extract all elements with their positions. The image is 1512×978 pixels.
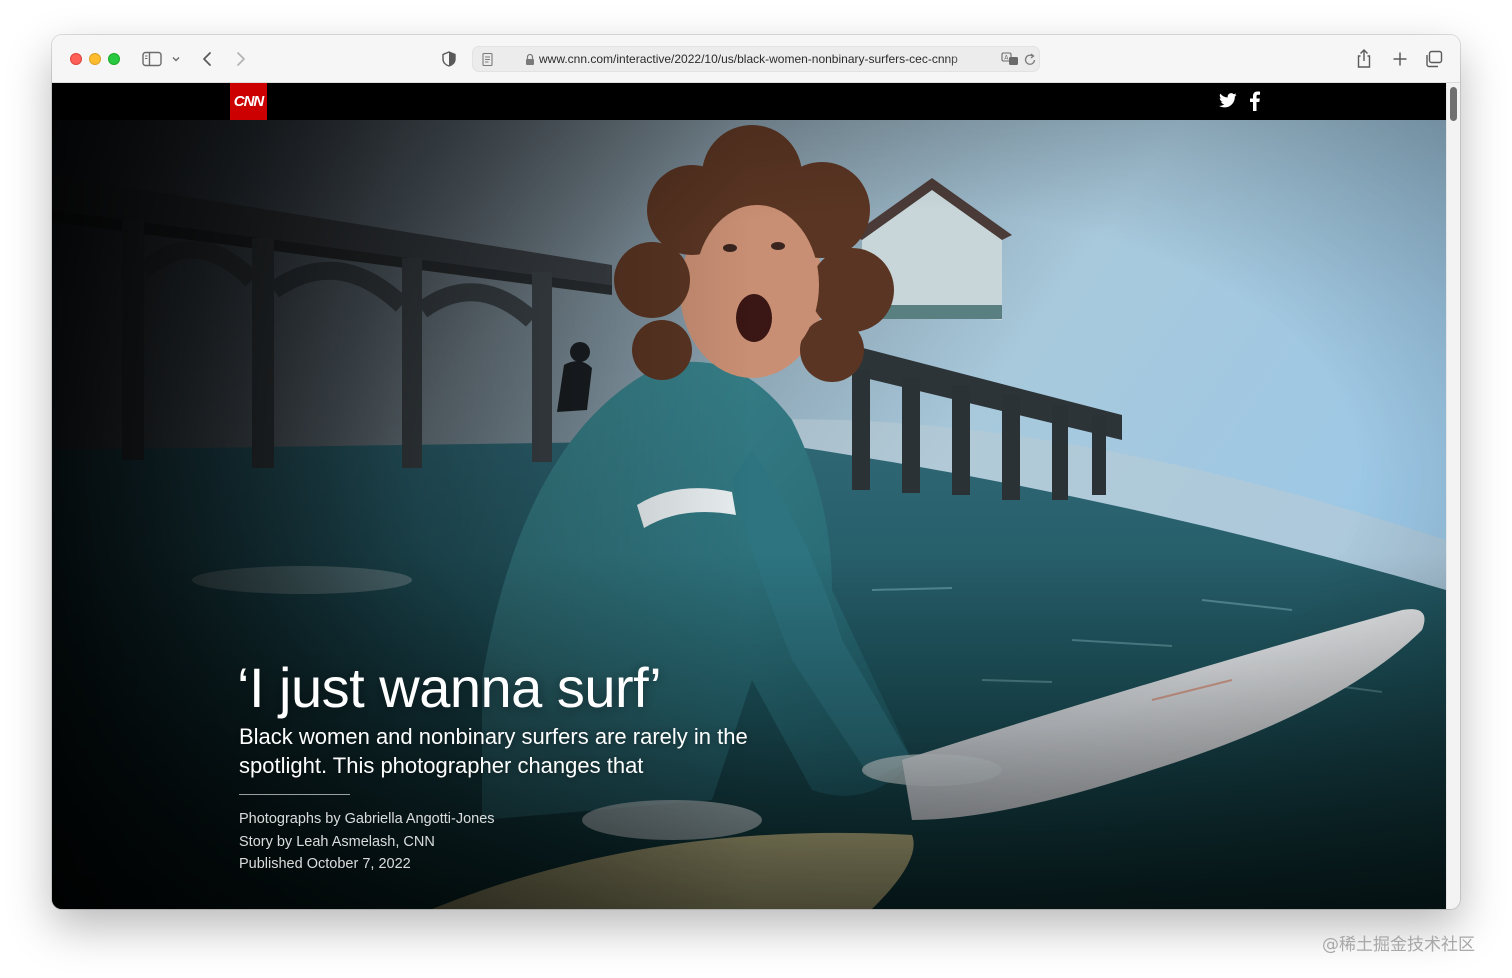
twitter-icon[interactable] — [1219, 93, 1237, 108]
article-subhead: Black women and nonbinary surfers are ra… — [239, 724, 748, 778]
web-page: CNN ‘I just wanna surf’ Black women and … — [52, 83, 1446, 909]
story-credit: Story by Leah Asmelash, CNN — [239, 833, 435, 850]
photo-credit: Photographs by Gabriella Angotti-Jones — [239, 811, 495, 827]
url-text[interactable]: www.cnn.com/interactive/2022/10/us/black… — [539, 52, 991, 68]
scrollbar[interactable] — [1446, 83, 1460, 909]
chevron-down-icon[interactable] — [170, 52, 182, 66]
zoom-window-button[interactable] — [108, 53, 120, 65]
back-icon[interactable] — [200, 49, 216, 69]
tab-overview-icon[interactable] — [1424, 49, 1444, 69]
article-credits: Photographs by Gabriella Angotti-Jones S… — [239, 808, 599, 876]
forward-icon[interactable] — [232, 49, 248, 69]
new-tab-icon[interactable] — [1390, 49, 1410, 69]
scrollbar-thumb[interactable] — [1450, 87, 1457, 121]
shield-icon[interactable] — [440, 50, 458, 68]
publish-date: Published October 7, 2022 — [239, 856, 411, 872]
share-icon[interactable] — [1354, 48, 1374, 70]
sidebar-icon[interactable] — [142, 51, 162, 67]
close-window-button[interactable] — [70, 53, 82, 65]
article-headline: ‘I just wanna surf’ — [237, 656, 662, 719]
cnn-logo[interactable]: CNN — [230, 83, 267, 120]
lock-icon — [525, 53, 535, 66]
reader-icon[interactable] — [481, 52, 495, 68]
credits-divider — [239, 794, 350, 795]
reload-icon[interactable] — [1023, 52, 1037, 67]
surfer-photo-illustration — [52, 120, 1446, 909]
browser-toolbar: www.cnn.com/interactive/2022/10/us/black… — [52, 35, 1460, 83]
address-bar[interactable]: www.cnn.com/interactive/2022/10/us/black… — [472, 46, 1040, 72]
minimize-window-button[interactable] — [89, 53, 101, 65]
translate-icon[interactable]: A — [1001, 52, 1019, 67]
hero-photo — [52, 120, 1446, 909]
browser-window: www.cnn.com/interactive/2022/10/us/black… — [52, 35, 1460, 909]
facebook-icon[interactable] — [1250, 91, 1260, 111]
site-header: CNN — [52, 83, 1446, 120]
watermark-text: @稀土掘金技术社区 — [1322, 935, 1475, 955]
